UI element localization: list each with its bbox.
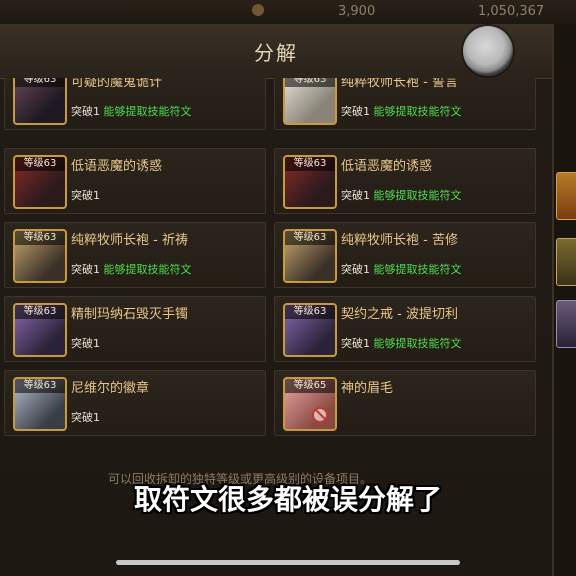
list-item[interactable]: 等级63 契约之戒 - 波提切利 突破1 能够提取技能符文 [274,296,536,362]
item-level: 等级63 [285,305,335,319]
item-name: 纯粹牧师长袍 - 誓言 [341,78,458,90]
gold-robe-icon: 等级63 [13,229,67,283]
eyebrow-icon: 等级65 [283,377,337,431]
white-robe-icon: 等级63 [283,78,337,125]
emblem-icon: 等级63 [13,377,67,431]
item-breakthrough: 突破1 能够提取技能符文 [341,189,462,202]
list-item[interactable]: 等级63 纯粹牧师长袍 - 祈祷 突破1 能够提取技能符文 [4,222,266,288]
rune-extract-note: 能够提取技能符文 [373,189,462,202]
lock-icon [312,407,328,423]
rune-extract-note: 能够提取技能符文 [103,263,192,276]
rune-extract-note: 能够提取技能符文 [373,263,462,276]
item-breakthrough: 突破1 [71,189,100,202]
list-item[interactable]: 等级65 神的眉毛 [274,370,536,436]
list-item[interactable]: 等级63 纯粹牧师长袍 - 誓言 突破1 能够提取技能符文 [274,78,536,130]
item-name: 纯粹牧师长袍 - 祈祷 [71,233,188,248]
item-level: 等级63 [15,305,65,319]
home-indicator[interactable] [116,560,460,565]
item-breakthrough: 突破1 [71,337,100,350]
item-breakthrough: 突破1 能够提取技能符文 [71,105,192,118]
list-item[interactable]: 等级63 精制玛纳石毁灭手镯 突破1 [4,296,266,362]
bracelet-icon: 等级63 [13,303,67,357]
side-item-icon[interactable] [556,238,576,286]
red-demon-icon: 等级63 [13,155,67,209]
item-level: 等级63 [15,231,65,245]
coin-icon [252,4,264,16]
item-level: 等级63 [15,157,65,171]
item-name: 低语恶魔的诱惑 [71,159,163,174]
list-item[interactable]: 等级63 纯粹牧师长袍 - 苦修 突破1 能够提取技能符文 [274,222,536,288]
video-subtitle: 取符文很多都被误分解了 [133,483,442,516]
rune-extract-note: 能够提取技能符文 [373,337,462,350]
red-demon-icon: 等级63 [283,155,337,209]
item-level: 等级63 [285,157,335,171]
side-shortcuts [552,150,576,380]
chain-robe-icon: 等级63 [283,229,337,283]
item-name: 神的眉毛 [341,381,394,396]
item-list[interactable]: 等级63 可疑的魔鬼诡计 突破1 能够提取技能符文 等级63 纯粹牧师长袍 - … [0,78,552,450]
item-level: 等级65 [285,379,335,393]
rune-extract-note: 能够提取技能符文 [373,105,462,118]
list-item[interactable]: 等级63 低语恶魔的诱惑 突破1 [4,148,266,214]
item-level: 等级63 [15,379,65,393]
item-name: 尼维尔的徽章 [71,381,150,396]
item-level: 等级63 [15,78,65,87]
item-name: 低语恶魔的诱惑 [341,159,433,174]
currency-amount-2: 1,050,367 [478,4,545,19]
item-name: 可疑的魔鬼诡计 [71,78,163,90]
rune-extract-note: 能够提取技能符文 [103,105,192,118]
item-breakthrough: 突破1 能够提取技能符文 [341,337,462,350]
list-item[interactable]: 等级63 尼维尔的徽章 突破1 [4,370,266,436]
item-breakthrough: 突破1 能够提取技能符文 [341,105,462,118]
item-name: 精制玛纳石毁灭手镯 [71,307,189,322]
top-currency-bar: 3,900 1,050,367 [0,0,576,24]
item-breakthrough: 突破1 能够提取技能符文 [341,263,462,276]
assistive-touch-button[interactable] [463,26,513,76]
demon-armor-icon: 等级63 [13,78,67,125]
currency-amount-1: 3,900 [338,4,376,19]
ring-icon: 等级63 [283,303,337,357]
side-item-icon[interactable] [556,172,576,220]
side-item-icon[interactable] [556,300,576,348]
item-breakthrough: 突破1 能够提取技能符文 [71,263,192,276]
item-level: 等级63 [285,78,335,87]
list-item[interactable]: 等级63 低语恶魔的诱惑 突破1 能够提取技能符文 [274,148,536,214]
list-item[interactable]: 等级63 可疑的魔鬼诡计 突破1 能够提取技能符文 [4,78,266,130]
item-level: 等级63 [285,231,335,245]
item-breakthrough: 突破1 [71,411,100,424]
item-name: 契约之戒 - 波提切利 [341,307,458,322]
item-name: 纯粹牧师长袍 - 苦修 [341,233,458,248]
